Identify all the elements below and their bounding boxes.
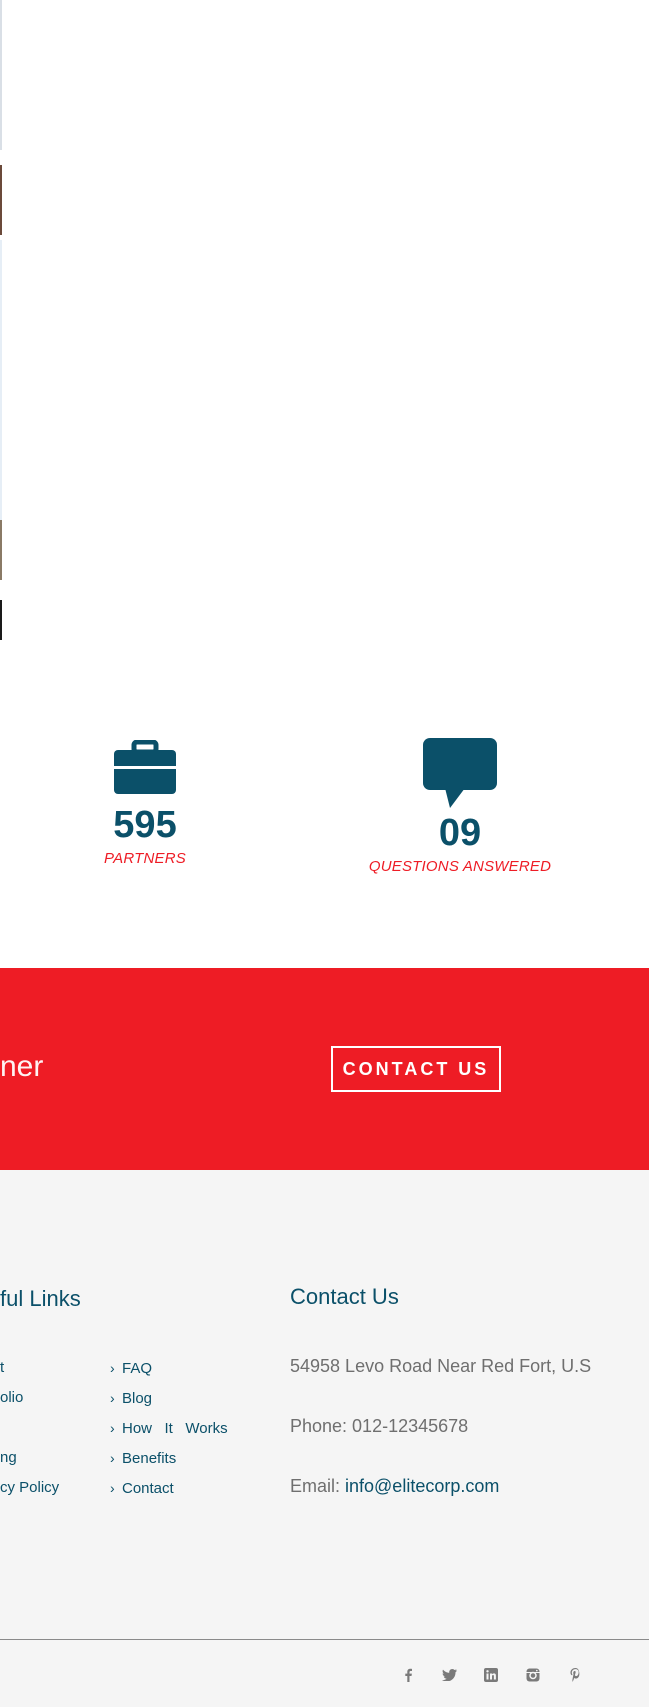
- facebook-icon[interactable]: [398, 1665, 418, 1685]
- linkedin-icon[interactable]: [481, 1665, 501, 1685]
- stat-number: 595: [113, 804, 177, 846]
- contact-email-line: Email: info@elitecorp.com: [290, 1476, 499, 1497]
- footer-link-benefits[interactable]: › Benefits: [110, 1443, 228, 1473]
- speech-bubble-icon: [423, 738, 497, 808]
- footer-link-how-it-works[interactable]: › How It Works: [110, 1413, 228, 1443]
- contact-us-heading: Contact Us: [290, 1284, 399, 1309]
- chevron-right-icon: ›: [110, 1450, 115, 1466]
- footer-divider: [0, 1639, 649, 1640]
- chevron-right-icon: ›: [110, 1480, 115, 1496]
- contact-phone: Phone: 012-12345678: [290, 1416, 469, 1436]
- footer-link-label: Blog: [122, 1390, 153, 1407]
- stat-questions-answered: 09 QUESTIONS ANSWERED: [360, 738, 560, 875]
- contact-email-link[interactable]: info@elitecorp.com: [345, 1476, 499, 1496]
- footer-link-blog[interactable]: › Blog: [110, 1383, 228, 1413]
- contact-email-label: Email:: [290, 1476, 346, 1496]
- pinterest-icon[interactable]: [566, 1665, 586, 1685]
- footer-link-label: How It Works: [122, 1420, 228, 1437]
- footer-link-label: FAQ: [122, 1360, 153, 1377]
- footer-link[interactable]: [0, 1413, 59, 1443]
- chevron-right-icon: ›: [110, 1420, 115, 1436]
- cta-text: ner: [0, 1050, 44, 1083]
- footer-link[interactable]: cy Policy: [0, 1473, 59, 1503]
- image-column-edge: [0, 0, 2, 640]
- useful-links-heading: ful Links: [0, 1286, 81, 1311]
- stat-partners: 595 PARTNERS: [95, 739, 195, 867]
- footer-link-contact[interactable]: › Contact: [110, 1473, 228, 1503]
- footer-link[interactable]: t: [0, 1353, 59, 1383]
- stat-label: QUESTIONS ANSWERED: [368, 858, 552, 875]
- contact-address: 54958 Levo Road Near Red Fort, U.S: [290, 1356, 592, 1376]
- contact-us-button[interactable]: CONTACT US: [331, 1046, 501, 1092]
- footer-link[interactable]: olio: [0, 1383, 59, 1413]
- useful-links-left: t olio ng cy Policy: [0, 1353, 59, 1503]
- chevron-right-icon: ›: [110, 1390, 115, 1406]
- cta-band: [0, 968, 649, 1170]
- chevron-right-icon: ›: [110, 1360, 115, 1376]
- footer-link[interactable]: ng: [0, 1443, 59, 1473]
- footer-link-faq[interactable]: › FAQ: [110, 1353, 228, 1383]
- footer-link-label: Benefits: [122, 1450, 177, 1467]
- footer-link-label: Contact: [122, 1480, 174, 1497]
- footer: [0, 1170, 649, 1707]
- instagram-icon[interactable]: [523, 1665, 543, 1685]
- twitter-icon[interactable]: [439, 1665, 459, 1685]
- briefcase-icon: [112, 739, 178, 796]
- useful-links-right: › FAQ › Blog › How It Works › Benefits › Cont…: [110, 1353, 228, 1503]
- stat-number: 09: [438, 812, 482, 854]
- stat-label: PARTNERS: [104, 850, 186, 867]
